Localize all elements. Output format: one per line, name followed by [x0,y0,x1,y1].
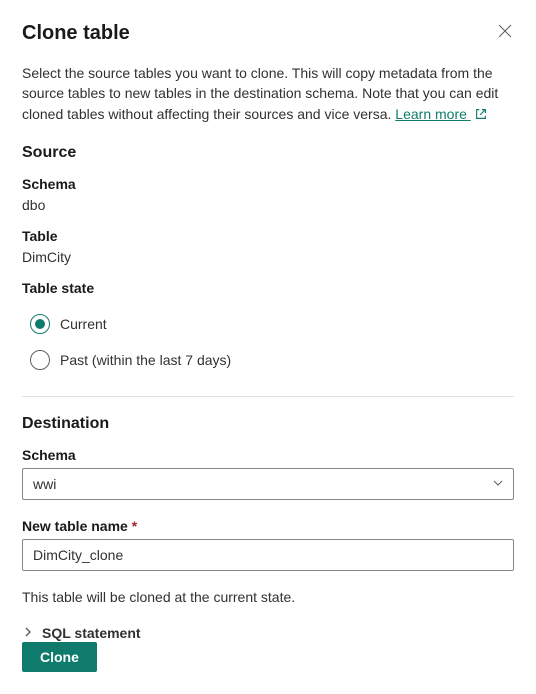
learn-more-link[interactable]: Learn more [395,106,487,122]
dialog-title: Clone table [22,22,130,45]
close-icon [498,26,512,41]
radio-past-label: Past (within the last 7 days) [60,352,231,368]
sql-statement-label: SQL statement [42,625,141,641]
radio-icon [30,350,50,370]
radio-current-label: Current [60,316,107,332]
source-schema-value: dbo [22,197,514,213]
clone-hint: This table will be cloned at the current… [22,589,514,605]
dialog-description: Select the source tables you want to clo… [22,63,514,124]
new-table-name-label: New table name * [22,518,514,534]
source-table-value: DimCity [22,249,514,265]
radio-icon-selected [30,314,50,334]
radio-current[interactable]: Current [22,306,514,342]
required-asterisk: * [132,518,137,534]
radio-past[interactable]: Past (within the last 7 days) [22,342,514,378]
destination-heading: Destination [22,415,514,433]
learn-more-text: Learn more [395,106,470,122]
external-link-icon [471,106,488,122]
new-table-name-input[interactable] [22,539,514,571]
clone-button[interactable]: Clone [22,642,97,672]
table-state-label: Table state [22,280,514,296]
source-schema-label: Schema [22,176,514,192]
chevron-right-icon [22,625,34,641]
table-state-radio-group: Current Past (within the last 7 days) [22,306,514,378]
source-heading: Source [22,144,514,162]
close-button[interactable] [496,22,514,43]
new-table-name-text: New table name [22,518,128,534]
destination-schema-label: Schema [22,447,514,463]
destination-schema-select[interactable]: wwi [22,468,514,500]
source-table-label: Table [22,228,514,244]
section-divider [22,396,514,397]
